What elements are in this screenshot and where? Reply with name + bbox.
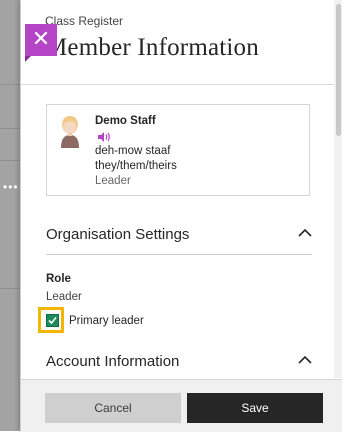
panel-footer: Cancel Save: [21, 379, 342, 432]
profile-name: Demo Staff: [95, 115, 156, 127]
panel-header: Class Register Member Information: [45, 14, 259, 62]
more-options-icon: •••: [3, 180, 19, 194]
avatar: [61, 116, 79, 148]
chevron-up-icon: [298, 228, 312, 237]
background-divider: [0, 288, 20, 289]
organisation-settings-header[interactable]: Organisation Settings: [46, 220, 312, 250]
profile-role: Leader: [95, 175, 131, 187]
role-heading: Role: [46, 273, 71, 285]
profile-card: Demo Staff deh-mow staaf they/them/their…: [46, 104, 310, 196]
section-divider: [46, 254, 312, 255]
header-divider: [21, 84, 334, 85]
pronouns: they/them/theirs: [95, 160, 177, 172]
section-title: Account Information: [46, 353, 180, 370]
primary-leader-label[interactable]: Primary leader: [69, 315, 144, 327]
member-information-panel: ✕ Class Register Member Information Demo…: [20, 0, 342, 432]
save-button[interactable]: Save: [187, 393, 323, 423]
page-title: Member Information: [45, 34, 259, 61]
role-value: Leader: [46, 291, 82, 303]
background-page-strip: •••: [0, 0, 20, 431]
primary-leader-checkbox[interactable]: [46, 314, 59, 327]
checkmark-icon: [48, 316, 57, 325]
background-divider: [0, 160, 20, 161]
background-divider: [0, 128, 20, 129]
breadcrumb: Class Register: [45, 14, 124, 28]
close-icon: ✕: [31, 27, 51, 52]
section-title: Organisation Settings: [46, 226, 190, 243]
cancel-button[interactable]: Cancel: [45, 393, 181, 423]
background-divider: [0, 84, 20, 85]
close-tab-fold: [25, 56, 31, 62]
name-pronunciation: deh-mow staaf: [95, 145, 171, 157]
speaker-icon[interactable]: [97, 131, 111, 143]
account-information-header[interactable]: Account Information: [46, 347, 312, 377]
chevron-up-icon: [298, 355, 312, 364]
scrollbar[interactable]: [334, 0, 342, 378]
scrollbar-thumb[interactable]: [336, 4, 341, 136]
close-panel-button[interactable]: ✕: [25, 24, 57, 56]
